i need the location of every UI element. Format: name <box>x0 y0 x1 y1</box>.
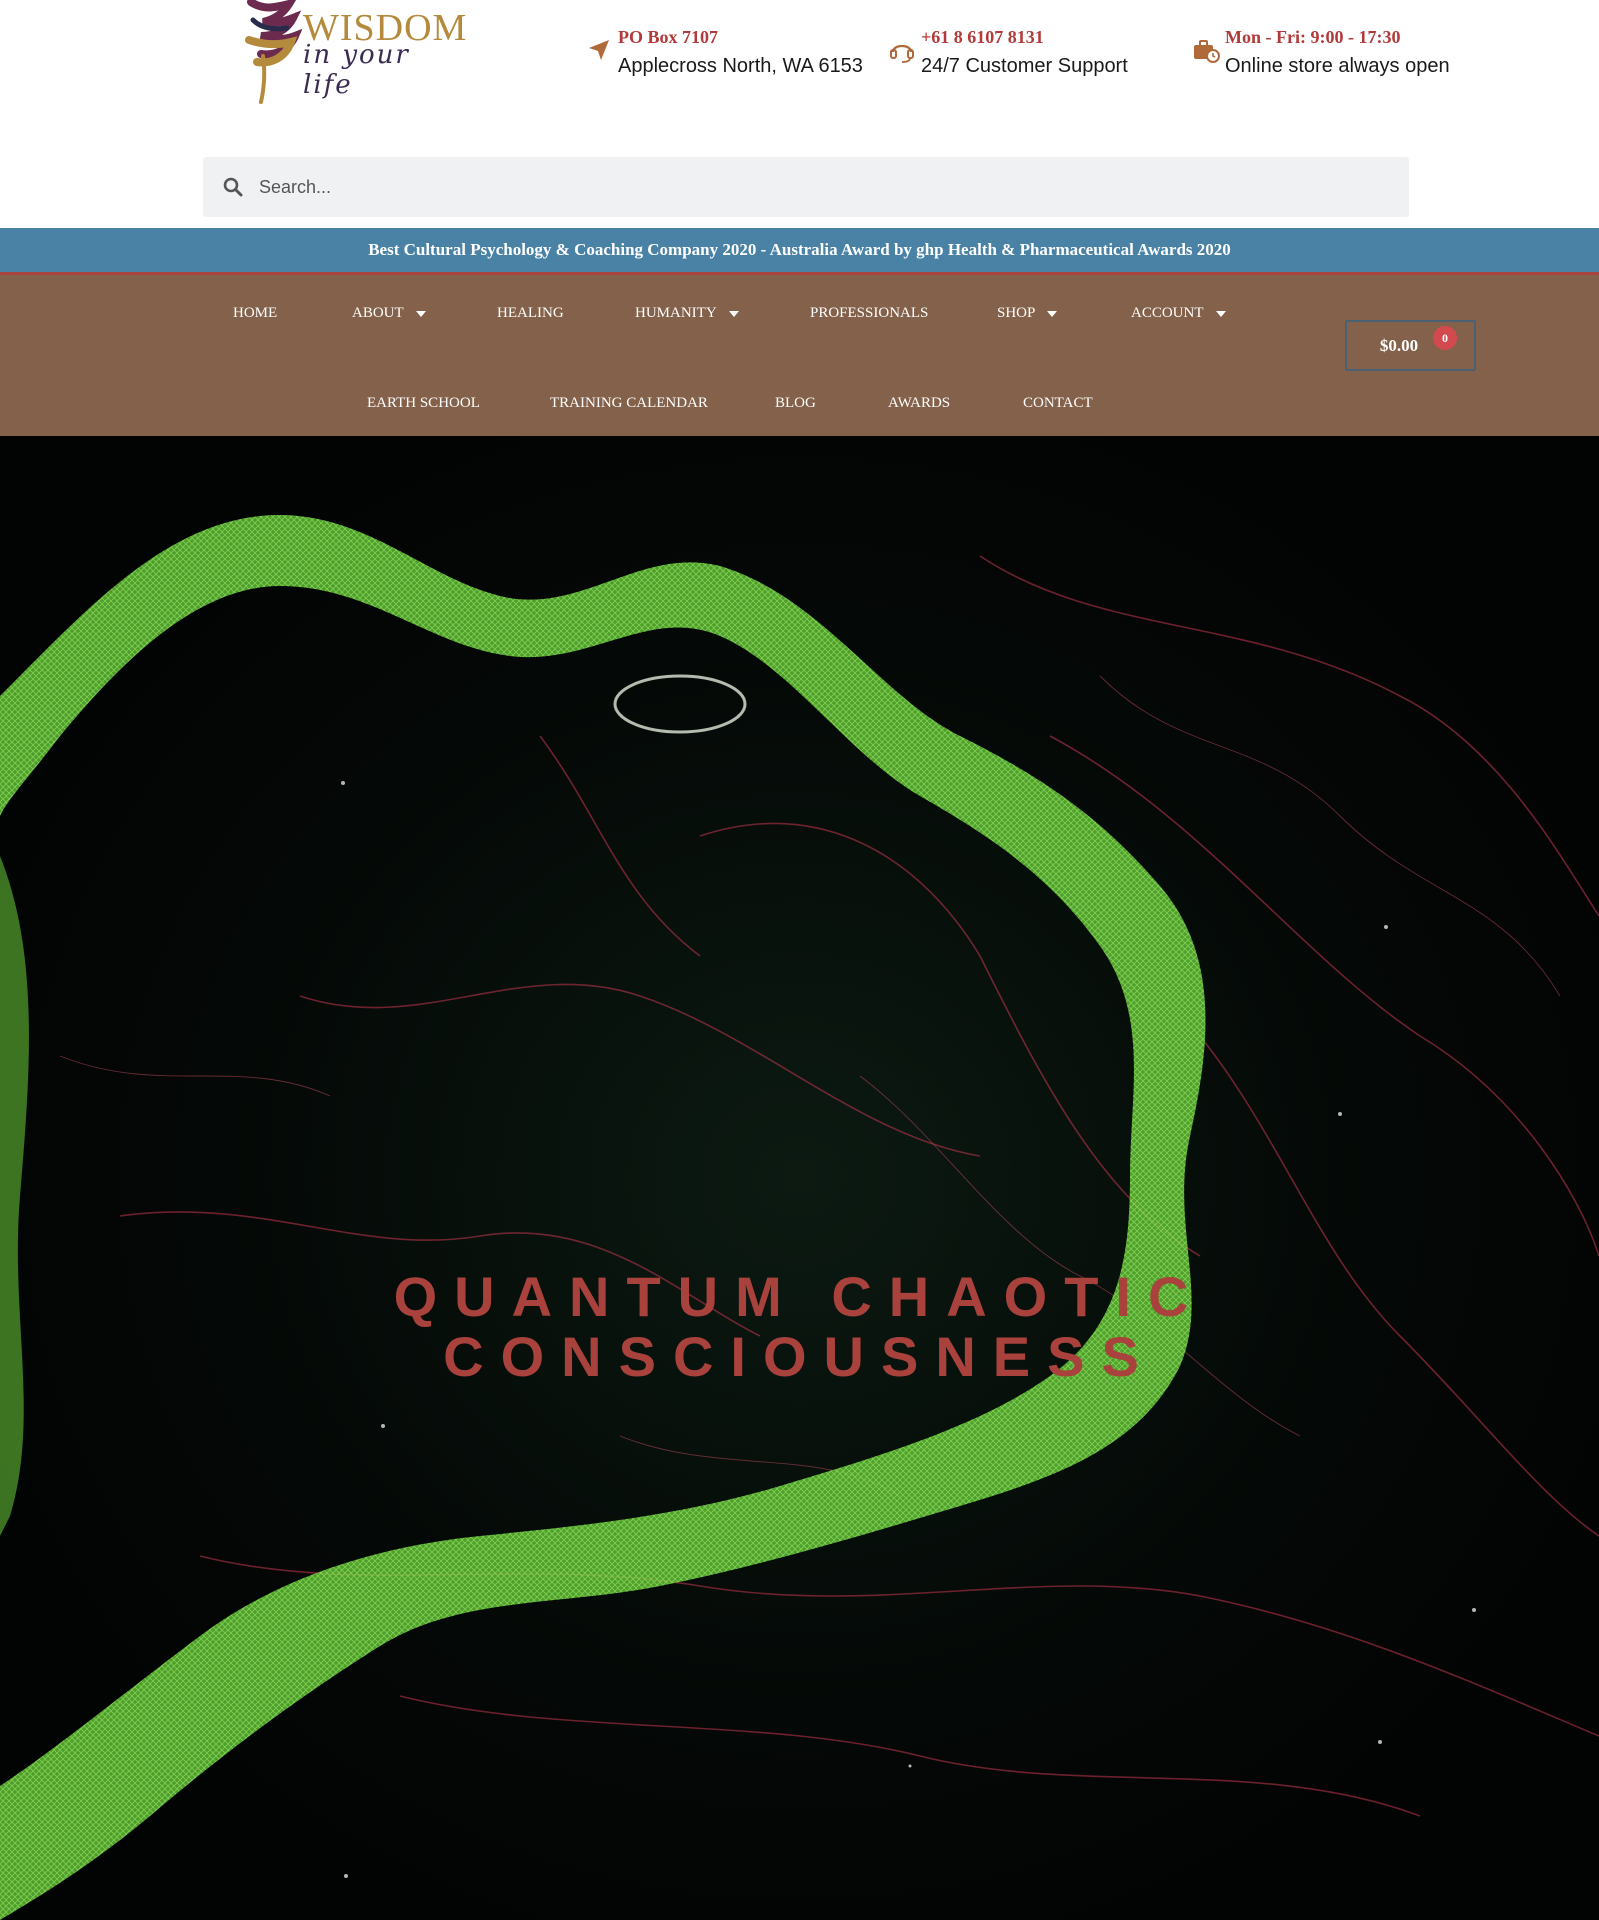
nav-humanity-label: HUMANITY <box>635 305 717 321</box>
award-banner-text: Best Cultural Psychology & Coaching Comp… <box>368 240 1231 259</box>
contact-address-title: PO Box 7107 <box>618 27 719 47</box>
contact-phone-title[interactable]: +61 8 6107 8131 <box>921 27 1044 48</box>
nav-shop[interactable]: SHOP <box>997 298 1058 328</box>
main-nav: HOME ABOUT HEALING HUMANITY PROFESSIONAL… <box>0 275 1599 436</box>
nav-account-label: ACCOUNT <box>1131 305 1204 321</box>
search-bar <box>203 157 1409 217</box>
caret-down-icon <box>1215 310 1226 317</box>
contact-phone-text: 24/7 Customer Support <box>921 55 1128 77</box>
contact-hours: Mon - Fri: 9:00 - 17:30 Online store alw… <box>1192 22 1492 92</box>
contact-hours-title: Mon - Fri: 9:00 - 17:30 <box>1225 27 1401 47</box>
contact-address-text: Applecross North, WA 6153 <box>618 55 863 77</box>
logo-tagline: in your life <box>303 40 410 100</box>
nav-about[interactable]: ABOUT <box>352 298 426 328</box>
nav-professionals[interactable]: PROFESSIONALS <box>810 298 928 328</box>
nav-healing[interactable]: HEALING <box>497 298 564 328</box>
nav-contact[interactable]: CONTACT <box>1023 388 1093 418</box>
nav-earth-school[interactable]: EARTH SCHOOL <box>367 388 480 418</box>
site-header: WISDOM in your life PO Box 7107 Applecro… <box>0 0 1599 228</box>
nav-home[interactable]: HOME <box>233 298 277 328</box>
caret-down-icon <box>1047 310 1058 317</box>
search-input[interactable] <box>259 157 1389 217</box>
nav-humanity[interactable]: HUMANITY <box>635 298 739 328</box>
nav-awards[interactable]: AWARDS <box>888 388 950 418</box>
nav-earth-school-label: EARTH SCHOOL <box>367 395 480 411</box>
nav-blog-label: BLOG <box>775 395 816 411</box>
contact-phone: +61 8 6107 8131 24/7 Customer Support <box>888 22 1178 92</box>
nav-professionals-label: PROFESSIONALS <box>810 305 929 321</box>
nav-training-calendar-label: TRAINING CALENDAR <box>550 395 708 411</box>
award-banner: Best Cultural Psychology & Coaching Comp… <box>0 228 1599 275</box>
nav-shop-label: SHOP <box>997 305 1036 321</box>
search-icon[interactable] <box>221 175 245 199</box>
nav-blog[interactable]: BLOG <box>775 388 816 418</box>
contact-address: PO Box 7107 Applecross North, WA 6153 <box>585 22 865 92</box>
nav-training-calendar[interactable]: TRAINING CALENDAR <box>550 388 708 418</box>
hero-section: QUANTUM CHAOTIC CONSCIOUSNESS <box>0 436 1599 1920</box>
cart-button[interactable]: $0.00 0 <box>1345 320 1476 371</box>
headset-icon <box>890 44 914 63</box>
quantum-wave-background-image <box>0 436 1599 1920</box>
contact-hours-text: Online store always open <box>1225 55 1450 77</box>
feather-logo-icon <box>245 0 303 104</box>
hero-title-line1: QUANTUM CHAOTIC <box>393 1265 1206 1328</box>
nav-healing-label: HEALING <box>497 305 564 321</box>
cart-count-badge: 0 <box>1433 326 1457 350</box>
caret-down-icon <box>415 310 426 317</box>
nav-contact-label: CONTACT <box>1023 395 1093 411</box>
caret-down-icon <box>728 310 739 317</box>
hero-title-line2: CONSCIOUSNESS <box>443 1325 1156 1388</box>
nav-awards-label: AWARDS <box>888 395 951 411</box>
nav-account[interactable]: ACCOUNT <box>1131 298 1226 328</box>
nav-about-label: ABOUT <box>352 305 404 321</box>
site-logo[interactable]: WISDOM in your life <box>243 0 466 108</box>
nav-home-label: HOME <box>233 305 278 321</box>
location-arrow-icon <box>589 40 609 60</box>
briefcase-clock-icon <box>1194 40 1220 63</box>
